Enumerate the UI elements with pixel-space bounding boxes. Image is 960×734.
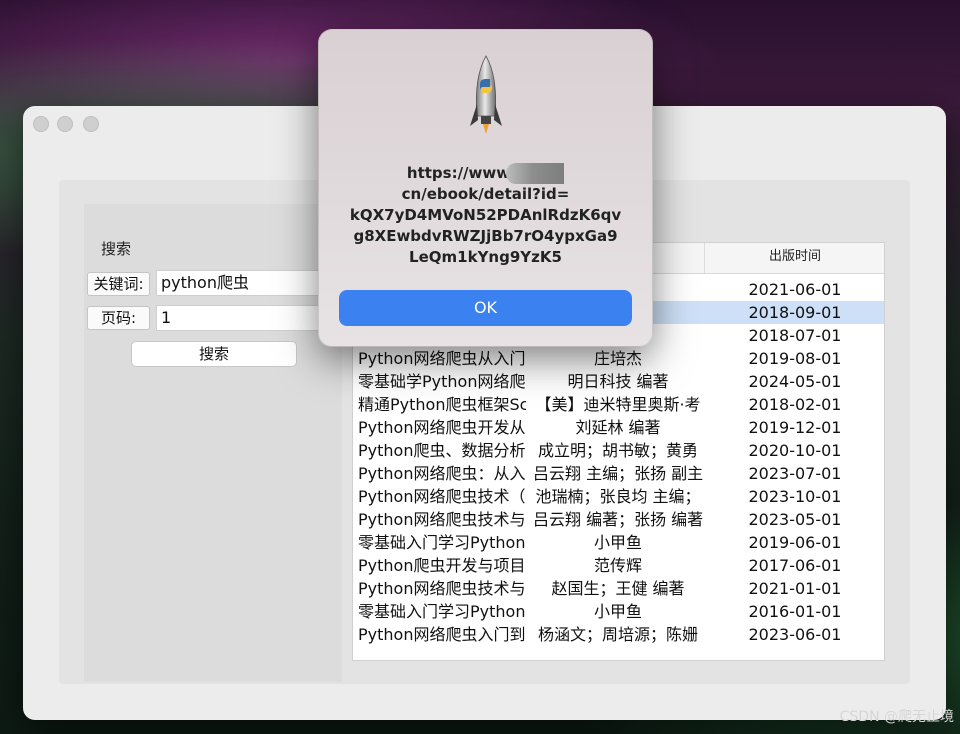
table-row[interactable]: Python爬虫、数据分析 成立明；胡书敏；黄勇 2020-10-01 <box>353 439 884 462</box>
cell-date: 2018-07-01 <box>748 326 842 345</box>
cell-date: 2023-05-01 <box>748 510 842 529</box>
cell-date: 2018-02-01 <box>748 395 842 414</box>
table-row[interactable]: Python网络爬虫技术与 赵国生；王健 编著 2021-01-01 <box>353 577 884 600</box>
cell-date: 2019-06-01 <box>748 533 842 552</box>
cell-author: 小甲鱼 <box>593 602 642 621</box>
cell-date: 2018-09-01 <box>748 303 842 322</box>
cell-title: Python爬虫开发与项目 <box>358 556 526 575</box>
table-row[interactable]: Python网络爬虫技术与 吕云翔 编著；张扬 编著 2023-05-01 <box>353 508 884 531</box>
header-date[interactable]: 出版时间 <box>704 243 884 273</box>
table-row[interactable]: Python网络爬虫开发从 刘延林 编著 2019-12-01 <box>353 416 884 439</box>
watermark: CSDN @爬无止境 <box>839 709 954 725</box>
cell-date: 2023-07-01 <box>748 464 842 483</box>
cell-title: Python网络爬虫技术（ <box>358 487 526 506</box>
dialog-line: cn/ebook/detail?id= <box>401 185 570 203</box>
table-row[interactable]: Python网络爬虫：从入 吕云翔 主编；张扬 副主 2023-07-01 <box>353 462 884 485</box>
cell-date: 2019-12-01 <box>748 418 842 437</box>
table-row[interactable]: Python网络爬虫从入门 庄培杰 2019-08-01 <box>353 347 884 370</box>
cell-title: Python网络爬虫技术与 <box>358 579 526 598</box>
cell-title: Python网络爬虫开发从 <box>358 418 526 437</box>
dialog-line: https://www <box>339 163 632 184</box>
cell-title: Python网络爬虫入门到 <box>358 625 526 644</box>
redaction-mask <box>506 163 565 184</box>
cell-title: Python网络爬虫从入门 <box>358 349 526 368</box>
cell-date: 2021-06-01 <box>748 280 842 299</box>
cell-author: 成立明；胡书敏；黄勇 <box>537 441 698 460</box>
close-window-button[interactable] <box>33 116 49 132</box>
cell-date: 2017-06-01 <box>748 556 842 575</box>
page-label: 页码: <box>87 306 150 330</box>
keyword-label: 关键词: <box>87 272 150 296</box>
cell-title: 零基础学Python网络爬 <box>358 372 526 391</box>
python-rocket-icon <box>470 55 502 134</box>
cell-date: 2020-10-01 <box>748 441 842 460</box>
cell-title: Python网络爬虫：从入 <box>358 464 526 483</box>
cell-author: 范传辉 <box>593 556 642 575</box>
cell-author: 池瑞楠；张良均 主编； <box>535 487 701 506</box>
table-row[interactable]: 精通Python爬虫框架Sc 【美】迪米特里奥斯·考 2018-02-01 <box>353 393 884 416</box>
ok-button[interactable]: OK <box>339 290 632 326</box>
table-row[interactable]: 零基础学Python网络爬 明日科技 编著 2024-05-01 <box>353 370 884 393</box>
cell-author: 明日科技 编著 <box>567 372 669 391</box>
dialog-message: https://www cn/ebook/detail?id= kQX7yD4M… <box>339 163 632 268</box>
cell-date: 2024-05-01 <box>748 372 842 391</box>
cell-author: 赵国生；王健 编著 <box>551 579 685 598</box>
search-panel: 搜索 关键词: python爬虫 页码: 1 搜索 <box>84 204 346 682</box>
cell-title: Python爬虫、数据分析 <box>358 441 526 460</box>
table-row[interactable]: 零基础入门学习Python 小甲鱼 2019-06-01 <box>353 531 884 554</box>
search-group-title: 搜索 <box>101 240 132 258</box>
cell-author: 吕云翔 编著；张扬 编著 <box>533 510 703 529</box>
search-button[interactable]: 搜索 <box>131 341 297 367</box>
table-row[interactable]: Python爬虫开发与项目 范传辉 2017-06-01 <box>353 554 884 577</box>
cell-date: 2019-08-01 <box>748 349 842 368</box>
cell-title: 精通Python爬虫框架Sc <box>358 395 526 414</box>
table-row[interactable]: Python网络爬虫技术（ 池瑞楠；张良均 主编； 2023-10-01 <box>353 485 884 508</box>
cell-author: 庄培杰 <box>593 349 642 368</box>
cell-author: 吕云翔 主编；张扬 副主 <box>533 464 703 483</box>
dialog-line: LeQm1kYng9YzK5 <box>409 248 562 266</box>
table-row[interactable]: Python网络爬虫入门到 杨涵文；周培源；陈姗 2023-06-01 <box>353 623 884 646</box>
cell-author: 刘延林 编著 <box>575 418 661 437</box>
cell-title: Python网络爬虫技术与 <box>358 510 526 529</box>
cell-date: 2021-01-01 <box>748 579 842 598</box>
zoom-window-button[interactable] <box>83 116 99 132</box>
table-row[interactable]: 零基础入门学习Python 小甲鱼 2016-01-01 <box>353 600 884 623</box>
cell-author: 小甲鱼 <box>593 533 642 552</box>
dialog-line: g8XEwbdvRWZJjBb7rO4ypxGa9 <box>353 227 618 245</box>
dialog-line: kQX7yD4MVoN52PDAnlRdzK6qv <box>349 206 622 224</box>
cell-author: 杨涵文；周培源；陈姗 <box>537 625 698 644</box>
cell-date: 2016-01-01 <box>748 602 842 621</box>
url-alert-dialog: https://www cn/ebook/detail?id= kQX7yD4M… <box>318 29 653 347</box>
cell-title: 零基础入门学习Python <box>358 602 526 621</box>
cell-title: 零基础入门学习Python <box>358 533 526 552</box>
cell-author: 【美】迪米特里奥斯·考 <box>535 395 701 414</box>
minimize-window-button[interactable] <box>57 116 73 132</box>
cell-date: 2023-06-01 <box>748 625 842 644</box>
cell-date: 2023-10-01 <box>748 487 842 506</box>
